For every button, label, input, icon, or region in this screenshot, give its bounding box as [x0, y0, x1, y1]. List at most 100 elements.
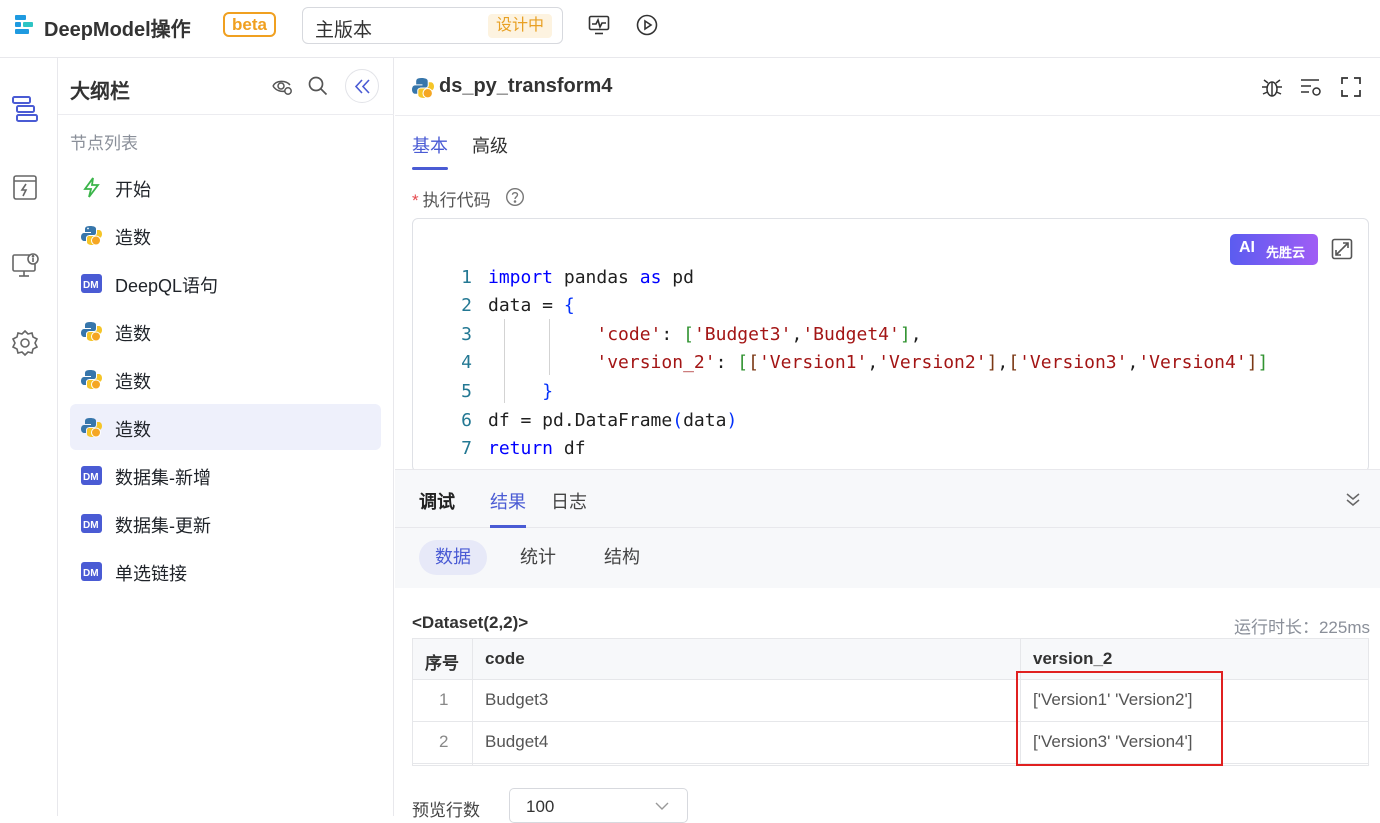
result-subtabs: 数据 统计 结构 — [395, 528, 1380, 588]
table-cell: Budget4 — [485, 732, 549, 751]
code-line: import pandas as pd — [488, 267, 694, 288]
list-settings-icon[interactable] — [1299, 75, 1323, 99]
lightning-icon — [83, 177, 100, 198]
code-line: 'code': ['Budget3','Budget4'], — [596, 324, 922, 345]
ai-brand: 先胜云 — [1266, 245, 1306, 260]
python-icon — [81, 370, 102, 390]
tab-indicator — [412, 167, 448, 170]
table-row[interactable]: 2 Budget4 ['Version3' 'Version4'] — [413, 722, 1368, 764]
version-selector[interactable]: 主版本 设计中 — [302, 7, 563, 44]
annotation-highlight-box — [1016, 671, 1223, 766]
tab-result[interactable]: 结果 — [490, 488, 526, 514]
line-number: 6 — [461, 410, 472, 431]
code-line: data = { — [488, 295, 575, 316]
bug-icon[interactable] — [1260, 75, 1284, 99]
collapse-panel-button[interactable] — [345, 69, 379, 103]
node-item-single-link[interactable]: DM 单选链接 — [70, 548, 381, 594]
dm-icon: DM — [81, 514, 102, 533]
fullscreen-icon[interactable] — [1339, 75, 1363, 99]
code-editor[interactable]: AI 先胜云 1 import pandas as pd 2 data = { 3 … — [412, 218, 1369, 472]
node-label: 造数 — [115, 228, 151, 248]
divider — [395, 115, 1380, 116]
outline-icon[interactable] — [10, 94, 40, 124]
outline-title: 大纲栏 — [70, 81, 130, 103]
line-number: 3 — [461, 324, 472, 345]
help-icon[interactable] — [505, 187, 525, 207]
node-item-python[interactable]: 造数 — [70, 356, 381, 402]
play-icon[interactable] — [635, 13, 659, 37]
table-header: 序号 code version_2 — [413, 639, 1368, 680]
divider — [58, 114, 394, 115]
node-label: 造数 — [115, 324, 151, 344]
node-label: 单选链接 — [115, 564, 187, 584]
version-status-badge: 设计中 — [487, 14, 552, 38]
ai-label: AI — [1239, 239, 1255, 256]
table-row[interactable]: 1 Budget3 ['Version1' 'Version2'] — [413, 680, 1368, 722]
ai-assist-button[interactable]: AI 先胜云 — [1230, 234, 1318, 265]
python-icon — [81, 226, 102, 246]
node-label: 造数 — [115, 420, 151, 440]
node-item-python[interactable]: 造数 — [70, 212, 381, 258]
table-cell: 1 — [439, 690, 449, 709]
node-title: ds_py_transform4 — [439, 75, 613, 97]
left-rail — [0, 58, 58, 816]
subtab-data[interactable]: 数据 — [419, 540, 487, 575]
python-icon — [412, 78, 434, 99]
python-icon — [81, 322, 102, 342]
app-title: DeepModel操作 — [44, 19, 191, 41]
line-number: 1 — [461, 267, 472, 288]
double-chevron-down-icon[interactable] — [1344, 490, 1362, 508]
top-bar: DeepModel操作 beta 主版本 设计中 — [0, 0, 1380, 58]
main-panel: ds_py_transform4 基本 高级 * 执行代码 AI 先胜云 1 i… — [395, 58, 1380, 823]
double-chevron-left-icon — [354, 79, 370, 94]
debug-title: 调试 — [419, 492, 455, 512]
dataset-label: <Dataset(2,2)> — [412, 613, 529, 632]
line-number: 4 — [461, 352, 472, 373]
tab-advanced[interactable]: 高级 — [472, 132, 508, 158]
code-line: df = pd.DataFrame(data) — [488, 410, 738, 431]
svg-text:DM: DM — [83, 280, 99, 291]
node-item-deepql[interactable]: DM DeepQL语句 — [70, 260, 381, 306]
node-label: 数据集-新增 — [115, 468, 211, 488]
svg-text:DM: DM — [83, 472, 99, 483]
search-icon[interactable] — [307, 75, 329, 97]
outline-panel: 大纲栏 节点列表 开始 造数 DM DeepQL语句 造数 造数 造数 DM 数… — [58, 58, 394, 816]
preview-rows-value: 100 — [526, 797, 555, 816]
app-logo-icon — [15, 15, 33, 34]
node-list-label: 节点列表 — [70, 134, 138, 153]
chevron-down-icon — [655, 802, 669, 810]
beta-badge: beta — [223, 12, 276, 37]
debug-header: 调试 结果 日志 — [395, 469, 1380, 528]
code-field-label: * 执行代码 — [412, 191, 491, 210]
monitor-pulse-icon[interactable] — [587, 13, 611, 37]
node-item-dataset-add[interactable]: DM 数据集-新增 — [70, 452, 381, 498]
node-item-start[interactable]: 开始 — [70, 164, 381, 210]
column-header[interactable]: code — [485, 649, 525, 669]
runtime-label: 运行时长：225ms — [1233, 618, 1370, 637]
node-label: 数据集-更新 — [115, 516, 211, 536]
column-header[interactable]: 序号 — [425, 649, 459, 674]
flash-box-icon[interactable] — [10, 172, 40, 202]
subtab-structure[interactable]: 结构 — [588, 540, 656, 575]
node-label: 造数 — [115, 372, 151, 392]
column-header[interactable]: version_2 — [1033, 649, 1112, 669]
node-item-python-active[interactable]: 造数 — [70, 404, 381, 450]
code-line: } — [542, 381, 554, 402]
preview-rows-select[interactable]: 100 — [509, 788, 688, 823]
preview-rows-label: 预览行数 — [412, 801, 480, 820]
expand-icon[interactable] — [1330, 237, 1354, 261]
settings-icon[interactable] — [10, 328, 40, 358]
monitor-info-icon[interactable] — [10, 250, 40, 280]
dm-icon: DM — [81, 466, 102, 485]
svg-text:DM: DM — [83, 520, 99, 531]
dm-icon: DM — [81, 274, 102, 293]
code-line: return df — [488, 438, 586, 459]
tab-basic[interactable]: 基本 — [412, 132, 448, 158]
tab-log[interactable]: 日志 — [551, 488, 587, 514]
subtab-stats[interactable]: 统计 — [504, 540, 572, 575]
node-item-python[interactable]: 造数 — [70, 308, 381, 354]
eye-settings-icon[interactable] — [271, 75, 293, 97]
node-label: DeepQL语句 — [115, 276, 219, 296]
column-divider — [472, 639, 473, 765]
node-item-dataset-update[interactable]: DM 数据集-更新 — [70, 500, 381, 546]
